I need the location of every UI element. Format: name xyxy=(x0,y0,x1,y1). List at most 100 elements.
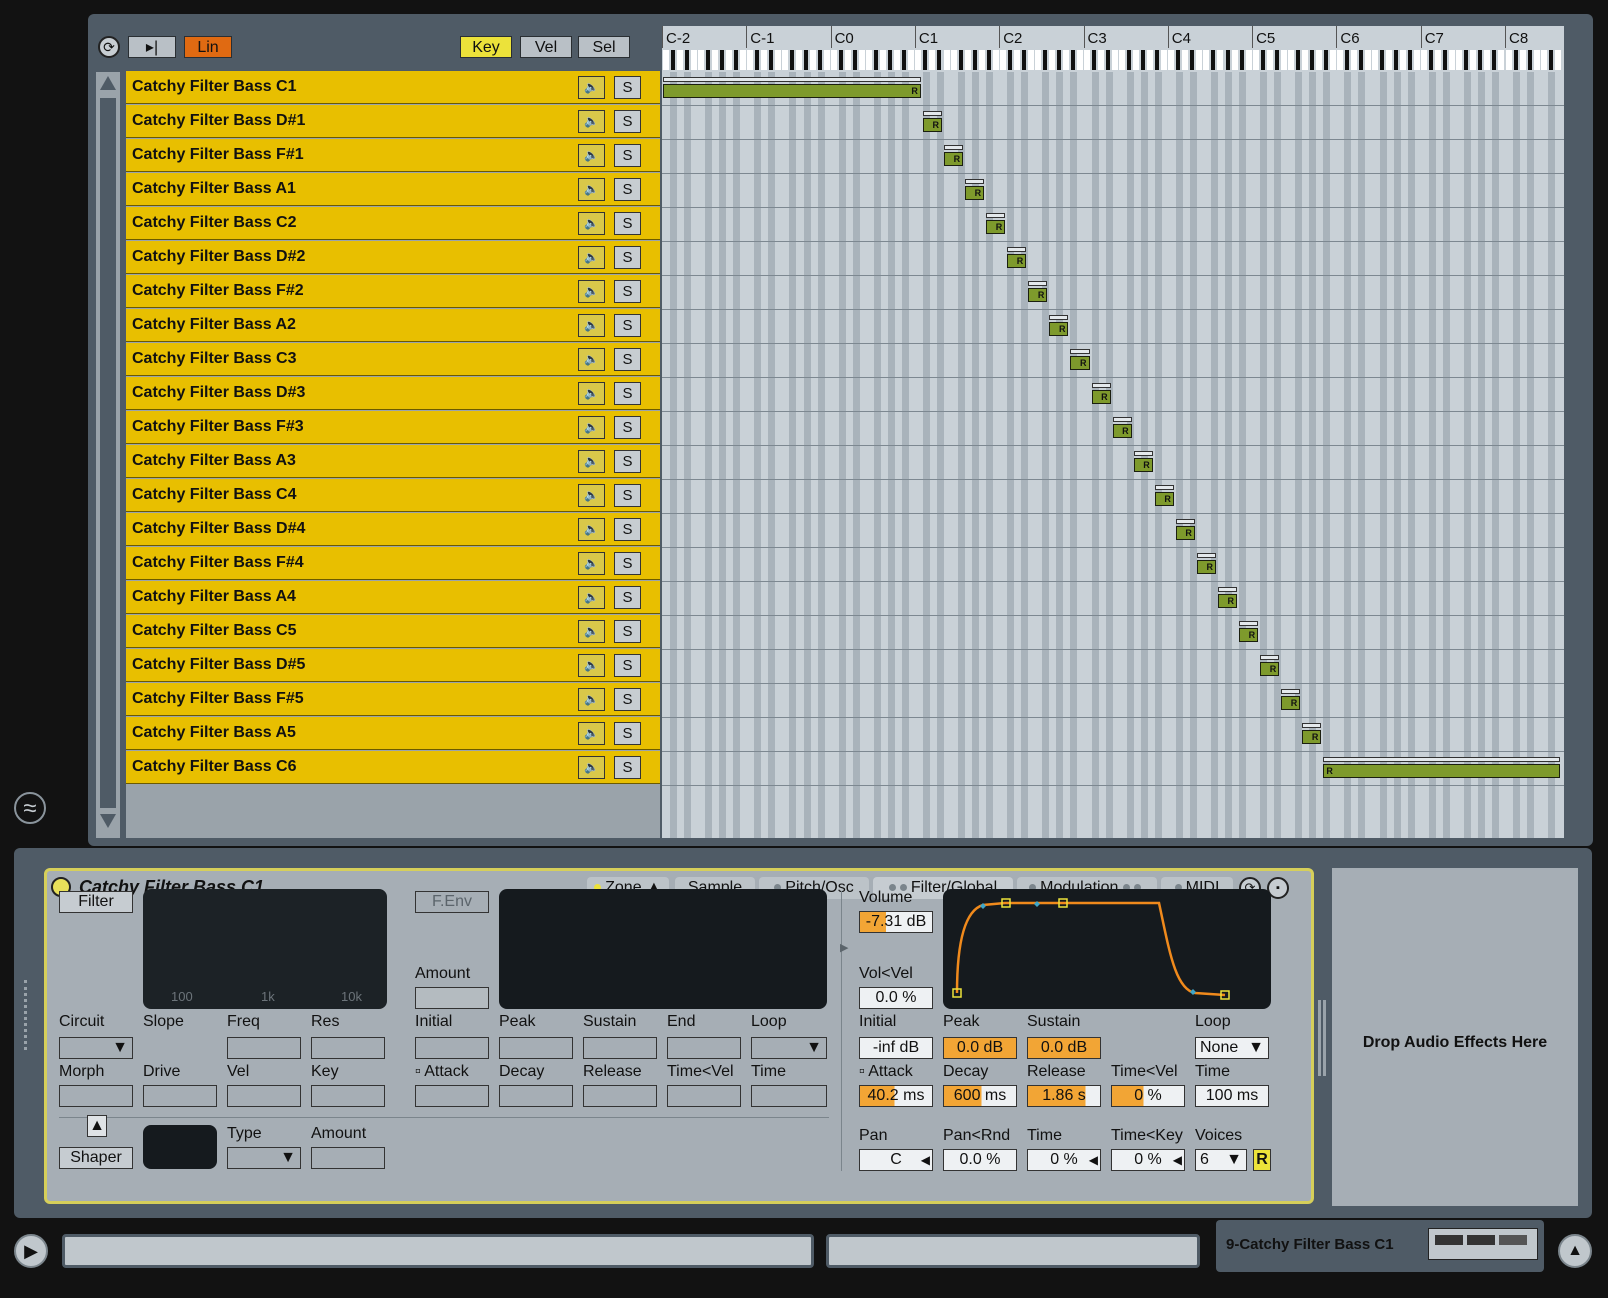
speaker-icon[interactable]: 🔈 xyxy=(578,450,605,473)
fenv-timevel-field[interactable] xyxy=(667,1085,741,1107)
fenv-release-field[interactable] xyxy=(583,1085,657,1107)
zone-row[interactable]: Catchy Filter Bass F#2 🔈 S xyxy=(126,275,660,308)
speaker-icon[interactable]: 🔈 xyxy=(578,688,605,711)
zone-row[interactable]: Catchy Filter Bass D#2 🔈 S xyxy=(126,241,660,274)
amp-peak-field[interactable]: 0.0 dB xyxy=(943,1037,1017,1059)
zone-row[interactable]: Catchy Filter Bass C4 🔈 S xyxy=(126,479,660,512)
filter-response-display[interactable]: 100 1k 10k xyxy=(143,889,387,1009)
zone-fade-handle[interactable] xyxy=(1007,247,1027,252)
fenv-peak-field[interactable] xyxy=(499,1037,573,1059)
solo-button[interactable]: S xyxy=(614,484,641,507)
zone-fade-handle[interactable] xyxy=(1281,689,1301,694)
zone-fade-handle[interactable] xyxy=(1175,519,1195,524)
zone-row[interactable]: Catchy Filter Bass A1 🔈 S xyxy=(126,173,660,206)
res-field[interactable] xyxy=(311,1037,385,1059)
key-zone-editor[interactable]: R R R R R R R R R R R R R R R R R R R R R xyxy=(662,72,1564,838)
zone-key-range-bar[interactable]: R xyxy=(965,186,985,200)
solo-button[interactable]: S xyxy=(614,246,641,269)
zone-row[interactable]: Catchy Filter Bass A3 🔈 S xyxy=(126,445,660,478)
zone-row[interactable]: Catchy Filter Bass A4 🔈 S xyxy=(126,581,660,614)
speaker-icon[interactable]: 🔈 xyxy=(578,654,605,677)
zone-key-range-bar[interactable]: R xyxy=(1112,424,1132,438)
fenv-time-field[interactable] xyxy=(751,1085,827,1107)
solo-button[interactable]: S xyxy=(614,756,641,779)
solo-button[interactable]: S xyxy=(614,450,641,473)
speaker-icon[interactable]: 🔈 xyxy=(578,280,605,303)
zone-key-range-bar[interactable]: R xyxy=(1154,492,1174,506)
zone-fade-handle[interactable] xyxy=(1302,723,1322,728)
zone-fade-handle[interactable] xyxy=(1217,587,1238,592)
zone-fade-handle[interactable] xyxy=(1133,451,1153,456)
zone-key-range-bar[interactable]: R xyxy=(944,152,964,166)
zone-row[interactable]: Catchy Filter Bass D#5 🔈 S xyxy=(126,649,660,682)
fenv-sustain-field[interactable] xyxy=(583,1037,657,1059)
freq-field[interactable] xyxy=(227,1037,301,1059)
sel-tab[interactable]: Sel xyxy=(578,36,630,58)
speaker-icon[interactable]: 🔈 xyxy=(578,246,605,269)
amp-release-field[interactable]: 1.86 s xyxy=(1027,1085,1101,1107)
scroll-down-arrow-icon[interactable] xyxy=(100,814,116,828)
solo-button[interactable]: S xyxy=(614,416,641,439)
audio-effects-drop-zone[interactable]: Drop Audio Effects Here xyxy=(1332,868,1578,1206)
zone-key-range-bar[interactable]: R xyxy=(1049,322,1069,336)
zone-fade-handle[interactable] xyxy=(1028,281,1048,286)
speaker-icon[interactable]: 🔈 xyxy=(578,348,605,371)
zone-key-range-bar[interactable]: R xyxy=(922,118,942,132)
lin-button[interactable]: Lin xyxy=(184,36,232,58)
zone-key-range-bar[interactable]: R xyxy=(1260,662,1280,676)
speaker-icon[interactable]: 🔈 xyxy=(578,314,605,337)
auto-select-button[interactable]: ▸| xyxy=(128,36,176,58)
zone-row[interactable]: Catchy Filter Bass F#1 🔈 S xyxy=(126,139,660,172)
zone-key-range-bar[interactable]: R xyxy=(986,220,1006,234)
zone-fade-handle[interactable] xyxy=(965,179,985,184)
solo-button[interactable]: S xyxy=(614,552,641,575)
zone-list-scrollbar[interactable] xyxy=(96,72,120,838)
solo-button[interactable]: S xyxy=(614,688,641,711)
zone-fade-handle[interactable] xyxy=(1049,315,1069,320)
solo-button[interactable]: S xyxy=(614,110,641,133)
zone-fade-handle[interactable] xyxy=(922,111,942,116)
volume-field[interactable]: -7.31 dB xyxy=(859,911,933,933)
speaker-icon[interactable]: 🔈 xyxy=(578,178,605,201)
speaker-icon[interactable]: 🔈 xyxy=(578,416,605,439)
zone-key-range-bar[interactable]: R xyxy=(1217,594,1238,608)
key-field[interactable] xyxy=(311,1085,385,1107)
zone-row[interactable]: Catchy Filter Bass F#4 🔈 S xyxy=(126,547,660,580)
vel-tab[interactable]: Vel xyxy=(520,36,572,58)
collapse-arrow-icon[interactable]: ▶ xyxy=(840,941,848,954)
retrigger-button[interactable]: R xyxy=(1253,1149,1271,1171)
fenv-initial-field[interactable] xyxy=(415,1037,489,1059)
zone-row[interactable]: Catchy Filter Bass D#3 🔈 S xyxy=(126,377,660,410)
track-selector[interactable]: 9-Catchy Filter Bass C1 xyxy=(1216,1220,1544,1272)
zone-row[interactable]: Catchy Filter Bass C1 🔈 S xyxy=(126,71,660,104)
solo-button[interactable]: S xyxy=(614,76,641,99)
sync-icon[interactable]: ⟳ xyxy=(98,36,120,58)
zone-fade-handle[interactable] xyxy=(663,77,921,82)
zone-key-range-bar[interactable]: R xyxy=(663,84,921,98)
shaper-display[interactable] xyxy=(143,1125,217,1169)
amp-loop-select[interactable]: None ▼ xyxy=(1195,1037,1269,1059)
zone-key-range-bar[interactable]: R xyxy=(1323,764,1561,778)
zone-key-range-bar[interactable]: R xyxy=(1070,356,1090,370)
zone-key-range-bar[interactable]: R xyxy=(1281,696,1301,710)
speaker-icon[interactable]: 🔈 xyxy=(578,620,605,643)
fenv-decay-field[interactable] xyxy=(499,1085,573,1107)
zone-row[interactable]: Catchy Filter Bass C2 🔈 S xyxy=(126,207,660,240)
pan-field[interactable]: C ◀ xyxy=(859,1149,933,1171)
zone-fade-handle[interactable] xyxy=(1154,485,1174,490)
zone-fade-handle[interactable] xyxy=(986,213,1006,218)
zone-key-range-bar[interactable]: R xyxy=(1175,526,1195,540)
amp-time-field[interactable]: 100 ms xyxy=(1195,1085,1269,1107)
solo-button[interactable]: S xyxy=(614,314,641,337)
speaker-icon[interactable]: 🔈 xyxy=(578,756,605,779)
speaker-icon[interactable]: 🔈 xyxy=(578,110,605,133)
speaker-icon[interactable]: 🔈 xyxy=(578,484,605,507)
amp-initial-field[interactable]: -inf dB xyxy=(859,1037,933,1059)
play-icon[interactable]: ▶ xyxy=(14,1234,48,1268)
amp-timevel-field[interactable]: 0 % xyxy=(1111,1085,1185,1107)
zone-fade-handle[interactable] xyxy=(1196,553,1216,558)
zone-fade-handle[interactable] xyxy=(1091,383,1111,388)
speaker-icon[interactable]: 🔈 xyxy=(578,586,605,609)
solo-button[interactable]: S xyxy=(614,586,641,609)
fenv-attack-field[interactable] xyxy=(415,1085,489,1107)
